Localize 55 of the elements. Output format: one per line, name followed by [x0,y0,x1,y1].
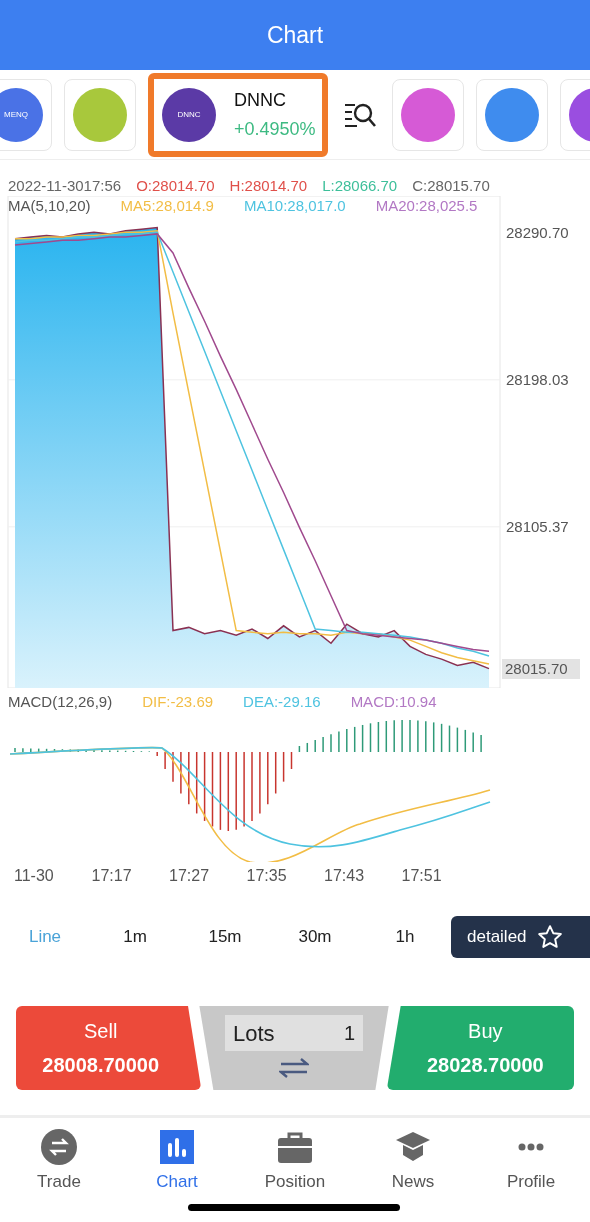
time-label: 17:27 [169,866,211,886]
nav-tab[interactable]: Trade [0,1128,118,1194]
nav-tab[interactable]: Position [236,1128,354,1194]
symbol-card[interactable] [391,78,464,151]
graduation-cap-icon [395,1130,431,1164]
nav-tab[interactable]: Profile [472,1128,590,1194]
legend-item: MACD:10.94 [350,692,437,712]
last-price-label: 28015.70 [502,659,580,680]
legend-item: MA(5,10,20) [8,196,91,216]
star-icon [536,924,563,950]
axis-label: 28198.03 [506,370,569,388]
lots-label: Lots [233,1019,275,1048]
symbol-card[interactable]: MENQ [0,78,52,151]
price-change: +0.4950% [234,117,316,141]
period-tab[interactable]: 30m [270,916,360,958]
coin-ticker: MENQ [4,108,28,121]
lots-value: 1 [343,1021,355,1046]
period-tab[interactable]: 15m [180,916,270,958]
nav-tab[interactable]: News [354,1128,472,1194]
quote-value: 2022-11-3017:56 [8,176,122,196]
symbol-card[interactable] [64,78,136,151]
time-label: 11-30 [14,866,55,886]
nav-tab[interactable]: Chart [118,1128,236,1194]
symbol-card[interactable]: DNNC DNNC +0.4950% [148,72,328,157]
bar-chart-icon [160,1130,194,1164]
more-icon [518,1143,544,1151]
briefcase-icon [278,1131,312,1163]
legend-item: DEA:-29.16 [243,692,321,712]
quote-value: O:28014.70 [136,176,215,196]
legend-item: MA5:28,014.9 [120,196,214,216]
period-tab[interactable]: 1m [90,916,180,958]
detailed-button[interactable]: detailed [451,916,590,958]
exchange-icon [40,1128,78,1166]
time-label: 17:17 [91,866,133,886]
coin-ticker: DNNC [177,108,201,121]
quote-value: C:28015.70 [412,176,490,196]
search-list-icon [343,101,376,128]
axis-label: 28290.70 [506,223,569,241]
legend-item: DIF:-23.69 [142,692,214,712]
sell-button[interactable]: Sell 28008.70000 [16,1006,202,1090]
axis-label: 28105.37 [506,517,569,535]
period-tab[interactable]: 1h [360,916,450,958]
time-label: 17:43 [324,866,366,886]
time-label: 17:51 [401,866,443,886]
quote-value: L:28066.70 [322,176,398,196]
symbol-name: DNNC [234,88,287,112]
swap-icon [279,1057,309,1079]
legend-item: MA20:28,025.5 [375,196,478,216]
time-label: 17:35 [246,866,288,886]
symbol-card[interactable] [475,78,548,151]
page-title: Chart [266,20,324,50]
legend-item: MACD(12,26,9) [8,692,113,712]
legend-item: MA10:28,017.0 [243,196,346,216]
quote-value: H:28014.70 [229,176,308,196]
lots-field[interactable]: Lots 1 [225,1015,363,1051]
